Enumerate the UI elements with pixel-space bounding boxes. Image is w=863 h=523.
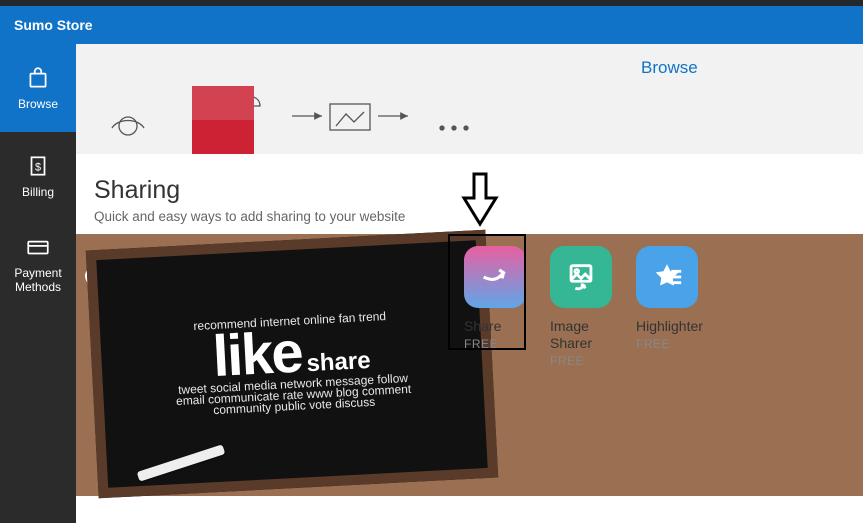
image-sharer-icon xyxy=(550,246,612,308)
sidebar: Browse $ Billing Payment Methods xyxy=(0,44,76,523)
chalkboard-image: recommend internet online fan trend like… xyxy=(86,230,498,499)
store-title: Sumo Store xyxy=(14,17,93,33)
card-price: FREE xyxy=(464,337,544,351)
sidebar-item-label: Browse xyxy=(18,97,58,111)
app-card-share[interactable]: Share FREE xyxy=(464,246,544,351)
arrow-down-icon xyxy=(460,172,500,228)
banner-doodle xyxy=(92,86,492,154)
store-header: Sumo Store xyxy=(0,6,863,44)
card-icon xyxy=(25,234,51,260)
card-price: FREE xyxy=(550,354,630,368)
invoice-icon: $ xyxy=(25,153,51,179)
card-name: Share xyxy=(464,318,544,335)
sidebar-item-billing[interactable]: $ Billing xyxy=(0,132,76,220)
share-icon xyxy=(464,246,526,308)
sidebar-filler xyxy=(0,308,76,523)
sidebar-item-payment-methods[interactable]: Payment Methods xyxy=(0,220,76,308)
sidebar-item-label: Billing xyxy=(22,185,54,199)
browse-link[interactable]: Browse xyxy=(641,58,698,78)
bag-icon xyxy=(25,65,51,91)
banner-strip: Browse xyxy=(76,44,863,154)
highlighter-icon xyxy=(636,246,698,308)
app-card-image-sharer[interactable]: Image Sharer FREE xyxy=(550,246,630,368)
sidebar-item-browse[interactable]: Browse xyxy=(0,44,76,132)
app-card-highlighter[interactable]: Highlighter FREE xyxy=(636,246,716,351)
cards-area: recommend internet online fan trend like… xyxy=(76,234,863,496)
main-area: Browse Sharing Quick and easy ways to ad… xyxy=(76,44,863,523)
card-price: FREE xyxy=(636,337,716,351)
card-name: Image Sharer xyxy=(550,318,630,352)
svg-text:$: $ xyxy=(35,161,41,173)
sidebar-item-label: Payment Methods xyxy=(4,266,72,295)
card-name: Highlighter xyxy=(636,318,716,335)
